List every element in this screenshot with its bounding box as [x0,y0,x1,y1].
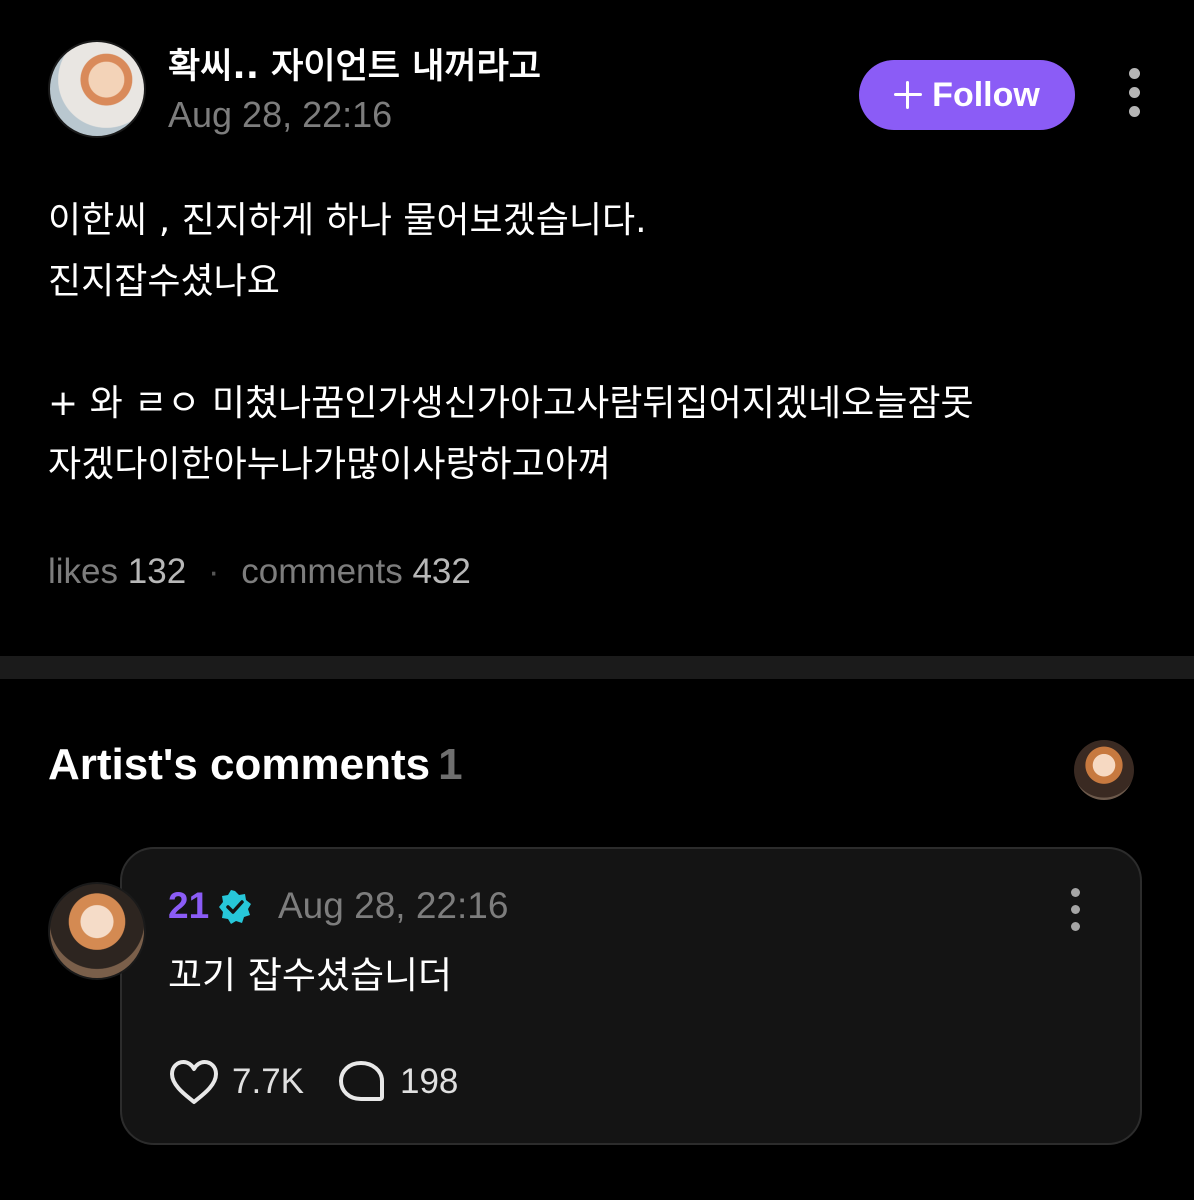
comment-like-count: 7.7K [232,1062,304,1101]
post-body: 이한씨 , 진지하게 하나 물어보겠습니다. 진지잡수셨나요 + 와 ㄹㅇ 미쳤… [48,200,974,485]
author-name[interactable]: 확씨.. 자이언트 내꺼라고 [168,38,541,89]
post-timestamp: Aug 28, 22:16 [168,94,393,135]
likes-count: 132 [127,552,187,591]
likes-label: likes [48,552,119,591]
comments-count: 432 [412,552,471,591]
comment-reply-count: 198 [400,1062,459,1101]
comment-reply-button[interactable]: 198 [336,1058,458,1106]
stat-separator: · [207,552,220,591]
section-divider [0,656,1194,679]
comments-label: comments [241,552,403,591]
post-stats: likes 132 · comments 432 [48,552,471,592]
plus-icon [894,81,923,109]
verified-badge-icon [219,890,251,924]
artist-comments-title: Artist's comments [48,740,431,789]
artist-comments-count: 1 [438,740,463,789]
post-header: 확씨.. 자이언트 내꺼라고 Aug 28, 22:16 Follow [0,0,1194,160]
comment-actions: 7.7K 198 [168,1058,458,1106]
comment-timestamp: Aug 28, 22:16 [278,885,509,926]
follow-button-label: Follow [932,75,1040,114]
artist-avatar[interactable] [1074,740,1134,800]
commenter-avatar[interactable] [48,882,146,980]
comment-like-button[interactable]: 7.7K [168,1058,304,1106]
comment-more-options-icon[interactable] [1063,888,1087,931]
heart-icon [170,1060,218,1104]
author-avatar[interactable] [48,40,146,138]
comment-text: 꼬기 잡수셨습니더 [168,954,453,997]
post-more-options-icon[interactable] [1122,68,1146,117]
artist-comments-header: Artist's comments 1 [48,740,463,790]
comment-bubble-icon [339,1061,384,1101]
commenter-name[interactable]: 21 [168,885,209,927]
follow-button[interactable]: Follow [859,60,1075,130]
